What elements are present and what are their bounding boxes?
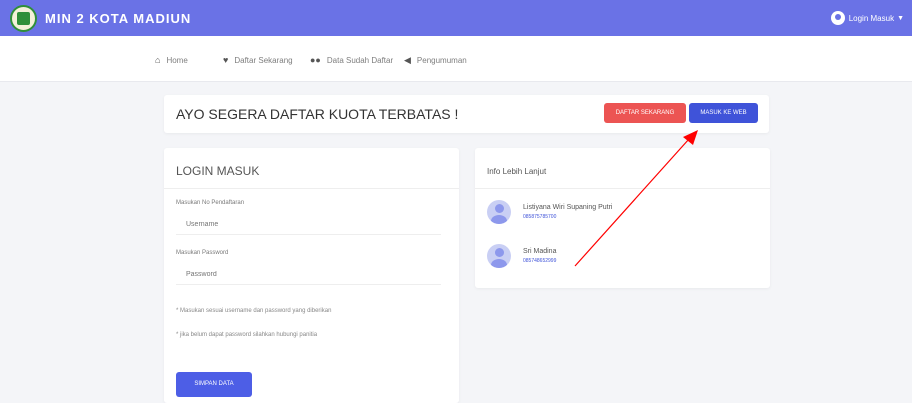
banner-title: AYO SEGERA DAFTAR KUOTA TERBATAS !: [176, 106, 459, 122]
school-logo-icon: [10, 5, 37, 32]
top-header: MIN 2 KOTA MADIUN Login Masuk ▼: [0, 0, 912, 36]
nav-item-daftar-sekarang[interactable]: ♥ Daftar Sekarang: [223, 55, 293, 65]
user-menu-label: Login Masuk: [848, 13, 895, 23]
contact-item: Sri Madina 085748652999: [487, 244, 556, 268]
password-input[interactable]: [176, 265, 441, 285]
login-note-1: * Masukan sesuai username dan password y…: [176, 308, 332, 314]
contact-avatar-icon: [487, 200, 511, 224]
contact-item: Listiyana Wiri Supaning Putri 0858757857…: [487, 200, 613, 224]
divider: [475, 188, 770, 189]
user-avatar-icon: [830, 11, 845, 25]
login-card: LOGIN MASUK Masukan No Pendaftaran Masuk…: [164, 148, 459, 403]
nav-item-label: Pengumuman: [416, 56, 467, 65]
login-title: LOGIN MASUK: [176, 164, 260, 178]
promo-banner: AYO SEGERA DAFTAR KUOTA TERBATAS ! DAFTA…: [164, 95, 769, 133]
info-card: Info Lebih Lanjut Listiyana Wiri Supanin…: [475, 148, 770, 288]
username-label: Masukan No Pendaftaran: [176, 200, 245, 206]
chevron-down-icon: ▼: [897, 14, 904, 22]
nav-item-label: Data Sudah Daftar: [326, 55, 394, 65]
heart-icon: ♥: [223, 55, 229, 65]
contact-name: Sri Madina: [523, 248, 557, 255]
nav-item-pengumuman[interactable]: ◀ Pengumuman: [404, 55, 467, 66]
contact-name: Listiyana Wiri Supaning Putri: [523, 204, 613, 211]
enter-web-button[interactable]: MASUK KE WEB: [689, 103, 758, 123]
login-note-2: * jika belum dapat password silahkan hub…: [176, 332, 318, 338]
password-label: Masukan Password: [176, 250, 229, 256]
username-input[interactable]: [176, 215, 441, 235]
info-title: Info Lebih Lanjut: [487, 167, 547, 176]
nav-item-data-sudah-daftar[interactable]: ●● Data Sudah Daftar: [310, 55, 393, 65]
nav-item-label: Home: [166, 55, 188, 65]
site-brand[interactable]: MIN 2 KOTA MADIUN: [45, 11, 191, 26]
home-icon: ⌂: [155, 55, 161, 65]
contact-avatar-icon: [487, 244, 511, 268]
nav-item-label: Daftar Sekarang: [234, 55, 293, 65]
users-icon: ●●: [310, 55, 321, 65]
register-now-button[interactable]: DAFTAR SEKARANG: [604, 103, 686, 123]
navigation-bar: ⌂ Home ♥ Daftar Sekarang ●● Data Sudah D…: [0, 36, 912, 82]
contact-phone[interactable]: 085875785700: [523, 214, 613, 220]
contact-phone[interactable]: 085748652999: [523, 258, 556, 264]
save-data-button[interactable]: SIMPAN DATA: [176, 372, 252, 397]
divider: [164, 188, 459, 189]
user-menu[interactable]: Login Masuk ▼: [830, 11, 904, 25]
nav-item-home[interactable]: ⌂ Home: [155, 55, 188, 65]
megaphone-icon: ◀: [404, 55, 411, 65]
